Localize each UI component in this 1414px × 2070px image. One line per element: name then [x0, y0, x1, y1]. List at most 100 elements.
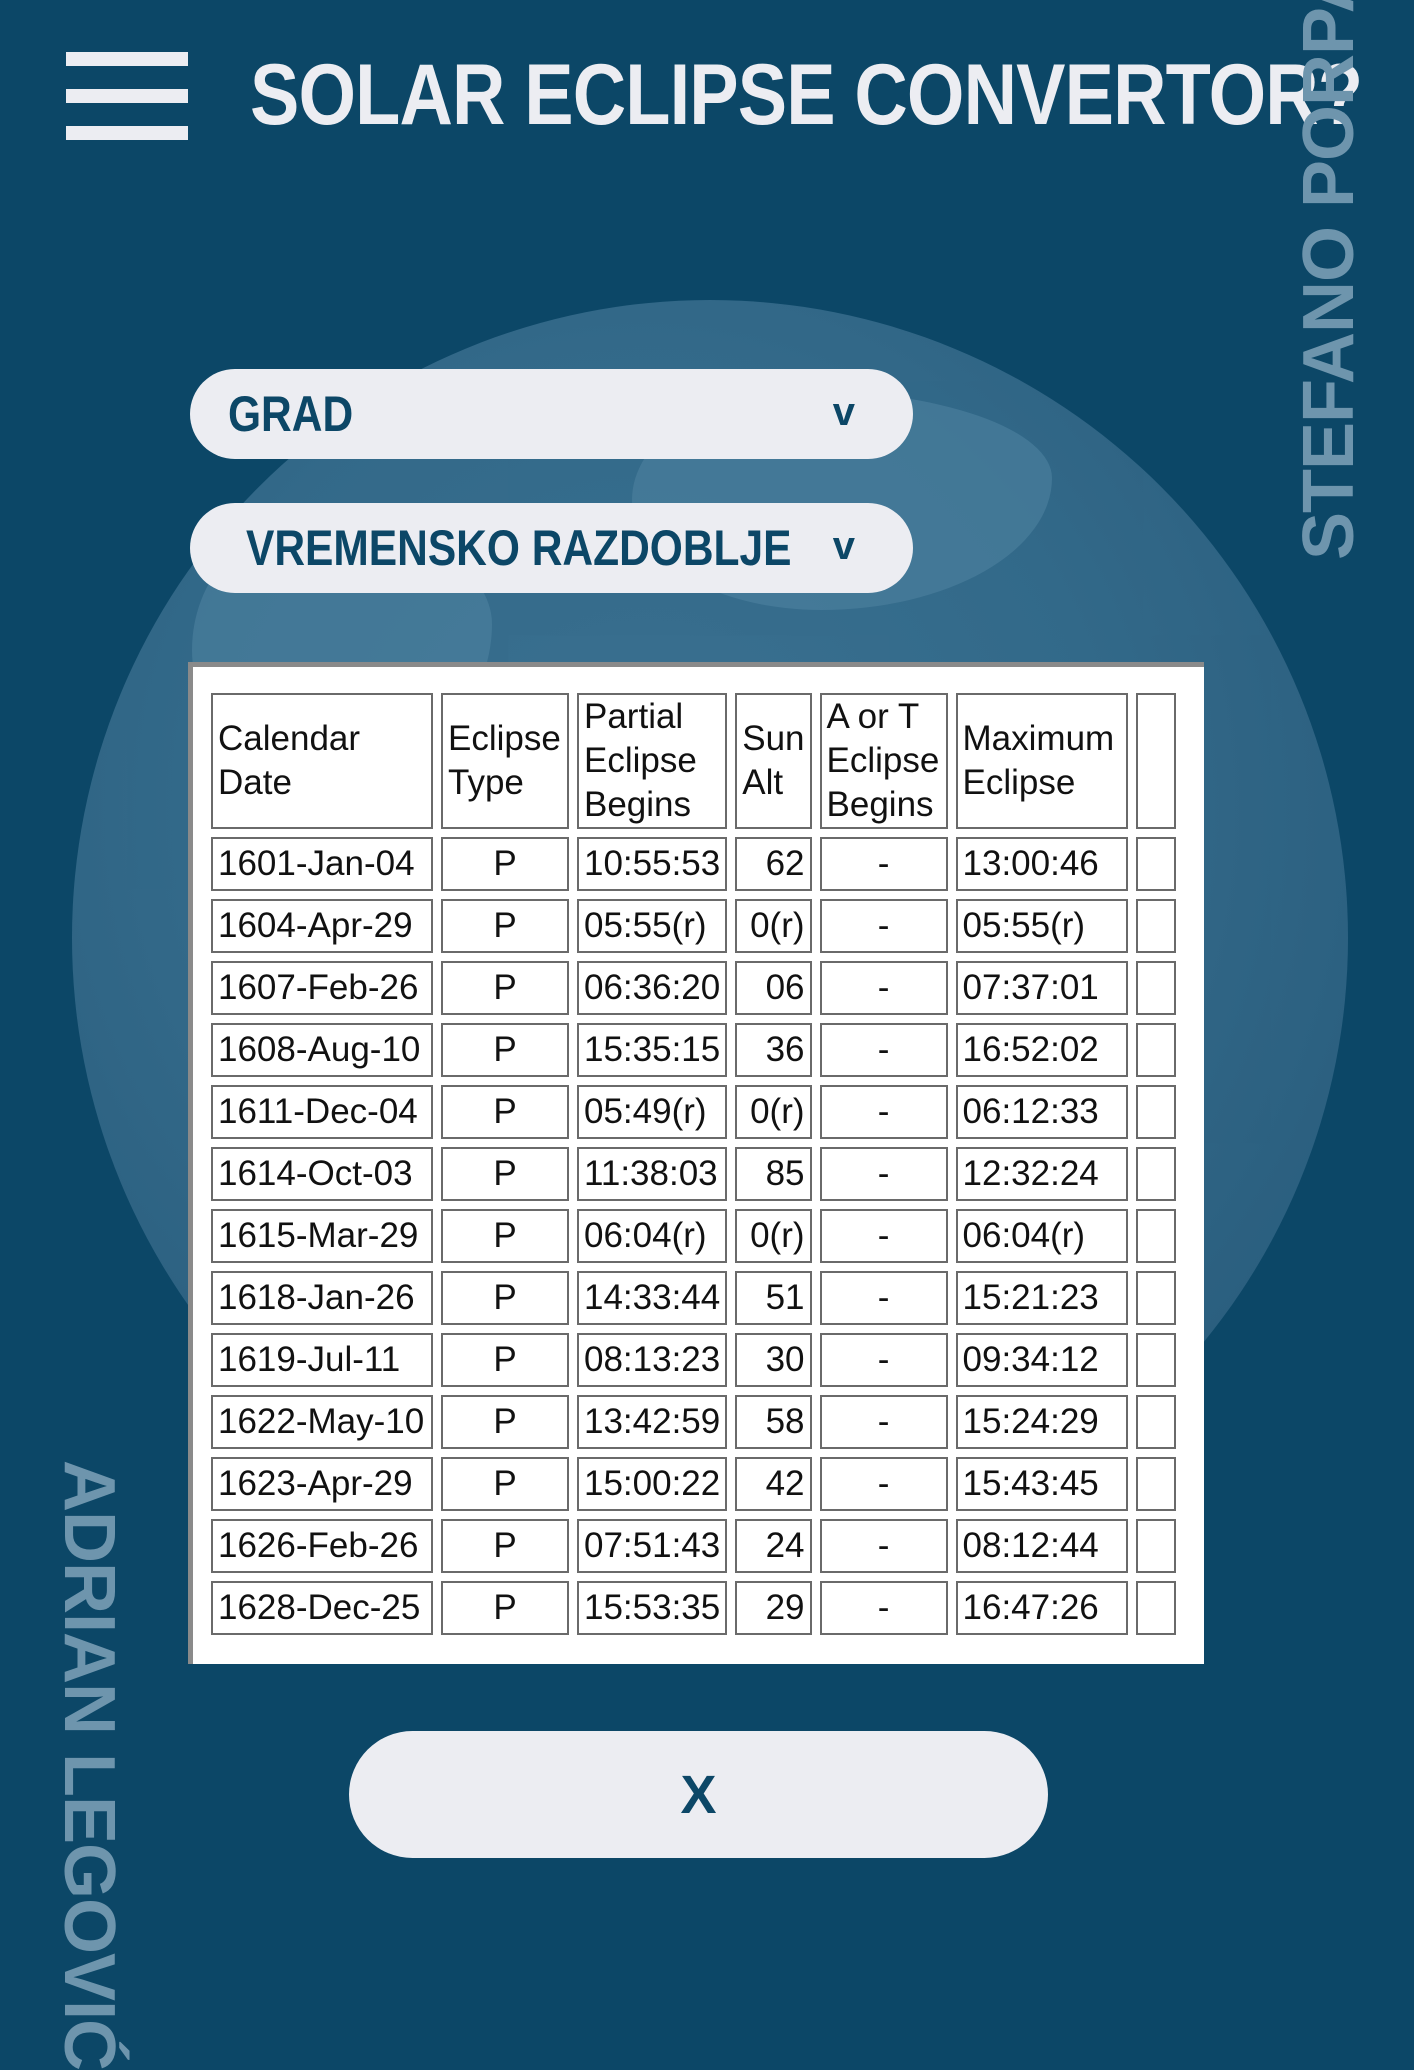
cell-a-or-t-begins: - [819, 837, 948, 891]
cell-partial-begins: 15:00:22 [577, 1457, 728, 1511]
city-select[interactable]: GRAD v [190, 369, 913, 459]
cell-maximum-eclipse: 15:24:29 [955, 1395, 1128, 1449]
table-row: 1626-Feb-26 P 07:51:43 24-08:12:44 [211, 1519, 1176, 1573]
cell-cut-off-column [1135, 1209, 1176, 1263]
cell-a-or-t-begins: - [819, 1581, 948, 1635]
cell-sun-alt: 51 [735, 1271, 812, 1325]
cell-eclipse-type: P [441, 899, 569, 953]
cell-cut-off-column [1135, 1147, 1176, 1201]
cell-a-or-t-begins: - [819, 1023, 948, 1077]
header-cut-off-column [1135, 693, 1176, 829]
cell-sun-alt: 0(r) [735, 1085, 812, 1139]
cell-maximum-eclipse: 15:43:45 [955, 1457, 1128, 1511]
table-row: 1618-Jan-26 P 14:33:44 51-15:21:23 [211, 1271, 1176, 1325]
cell-calendar-date: 1614-Oct-03 [211, 1147, 433, 1201]
eclipse-table: Calendar Date Eclipse Type Partial Eclip… [203, 685, 1184, 1643]
cell-maximum-eclipse: 15:21:23 [955, 1271, 1128, 1325]
cell-a-or-t-begins: - [819, 1519, 948, 1573]
cell-calendar-date: 1604-Apr-29 [211, 899, 433, 953]
hamburger-bar [66, 89, 188, 103]
cell-a-or-t-begins: - [819, 1333, 948, 1387]
cell-maximum-eclipse: 06:04(r) [955, 1209, 1128, 1263]
eclipse-table-panel[interactable]: Calendar Date Eclipse Type Partial Eclip… [188, 662, 1204, 1664]
cell-calendar-date: 1628-Dec-25 [211, 1581, 433, 1635]
cell-cut-off-column [1135, 1457, 1176, 1511]
cell-eclipse-type: P [441, 1023, 569, 1077]
cell-sun-alt: 0(r) [735, 1209, 812, 1263]
cell-eclipse-type: P [441, 1209, 569, 1263]
cell-eclipse-type: P [441, 1581, 569, 1635]
table-row: 1608-Aug-10 P 15:35:15 36-16:52:02 [211, 1023, 1176, 1077]
cell-calendar-date: 1601-Jan-04 [211, 837, 433, 891]
cell-sun-alt: 06 [735, 961, 812, 1015]
cell-partial-begins: 08:13:23 [577, 1333, 728, 1387]
cell-calendar-date: 1623-Apr-29 [211, 1457, 433, 1511]
cell-calendar-date: 1619-Jul-11 [211, 1333, 433, 1387]
cell-eclipse-type: P [441, 1457, 569, 1511]
cell-partial-begins: 05:49(r) [577, 1085, 728, 1139]
close-button[interactable]: X [349, 1731, 1048, 1858]
cell-cut-off-column [1135, 1023, 1176, 1077]
header-eclipse-type: Eclipse Type [441, 693, 569, 829]
table-header-row: Calendar Date Eclipse Type Partial Eclip… [211, 693, 1176, 829]
table-row: 1619-Jul-11 P 08:13:23 30-09:34:12 [211, 1333, 1176, 1387]
cell-calendar-date: 1622-May-10 [211, 1395, 433, 1449]
cell-a-or-t-begins: - [819, 1085, 948, 1139]
cell-calendar-date: 1611-Dec-04 [211, 1085, 433, 1139]
cell-maximum-eclipse: 13:00:46 [955, 837, 1128, 891]
hamburger-bar [66, 126, 188, 140]
header-sun-alt: Sun Alt [735, 693, 812, 829]
cell-partial-begins: 13:42:59 [577, 1395, 728, 1449]
cell-a-or-t-begins: - [819, 1147, 948, 1201]
table-row: 1622-May-10 P 13:42:59 58-15:24:29 [211, 1395, 1176, 1449]
cell-eclipse-type: P [441, 1519, 569, 1573]
cell-maximum-eclipse: 09:34:12 [955, 1333, 1128, 1387]
cell-cut-off-column [1135, 1271, 1176, 1325]
cell-sun-alt: 62 [735, 837, 812, 891]
period-select-label: VREMENSKO RAZDOBLJE [246, 520, 792, 576]
page-title: SOLAR ECLIPSE CONVERTOR? [250, 47, 1363, 143]
cell-cut-off-column [1135, 837, 1176, 891]
cell-sun-alt: 58 [735, 1395, 812, 1449]
header-maximum-eclipse: Maximum Eclipse [955, 693, 1128, 829]
cell-sun-alt: 42 [735, 1457, 812, 1511]
table-row: 1601-Jan-04 P 10:55:53 62-13:00:46 [211, 837, 1176, 891]
chevron-down-icon: v [832, 524, 855, 568]
cell-a-or-t-begins: - [819, 1395, 948, 1449]
hamburger-icon[interactable] [66, 52, 188, 142]
cell-sun-alt: 0(r) [735, 899, 812, 953]
cell-eclipse-type: P [441, 1271, 569, 1325]
cell-a-or-t-begins: - [819, 899, 948, 953]
cell-partial-begins: 06:04(r) [577, 1209, 728, 1263]
cell-sun-alt: 36 [735, 1023, 812, 1077]
cell-sun-alt: 24 [735, 1519, 812, 1573]
cell-maximum-eclipse: 07:37:01 [955, 961, 1128, 1015]
cell-calendar-date: 1626-Feb-26 [211, 1519, 433, 1573]
cell-partial-begins: 11:38:03 [577, 1147, 728, 1201]
cell-calendar-date: 1608-Aug-10 [211, 1023, 433, 1077]
cell-a-or-t-begins: - [819, 1209, 948, 1263]
cell-calendar-date: 1607-Feb-26 [211, 961, 433, 1015]
cell-sun-alt: 30 [735, 1333, 812, 1387]
cell-partial-begins: 05:55(r) [577, 899, 728, 953]
chevron-down-icon: v [832, 390, 855, 434]
hamburger-bar [66, 52, 188, 66]
cell-eclipse-type: P [441, 837, 569, 891]
table-row: 1604-Apr-29 P 05:55(r) 0(r) -05:55(r) [211, 899, 1176, 953]
table-row: 1623-Apr-29 P 15:00:22 42-15:43:45 [211, 1457, 1176, 1511]
cell-eclipse-type: P [441, 1395, 569, 1449]
period-select[interactable]: VREMENSKO RAZDOBLJE v [190, 503, 913, 593]
cell-maximum-eclipse: 16:47:26 [955, 1581, 1128, 1635]
cell-maximum-eclipse: 16:52:02 [955, 1023, 1128, 1077]
cell-eclipse-type: P [441, 961, 569, 1015]
cell-eclipse-type: P [441, 1147, 569, 1201]
cell-partial-begins: 10:55:53 [577, 837, 728, 891]
credit-adrian-legovic: ADRIAN LEGOVIĆ [49, 1460, 129, 2070]
cell-cut-off-column [1135, 1085, 1176, 1139]
cell-maximum-eclipse: 05:55(r) [955, 899, 1128, 953]
cell-cut-off-column [1135, 961, 1176, 1015]
cell-cut-off-column [1135, 1395, 1176, 1449]
header-calendar-date: Calendar Date [211, 693, 433, 829]
credit-stefano-porpat: STEFANO PORPAT [1289, 0, 1369, 560]
cell-maximum-eclipse: 06:12:33 [955, 1085, 1128, 1139]
